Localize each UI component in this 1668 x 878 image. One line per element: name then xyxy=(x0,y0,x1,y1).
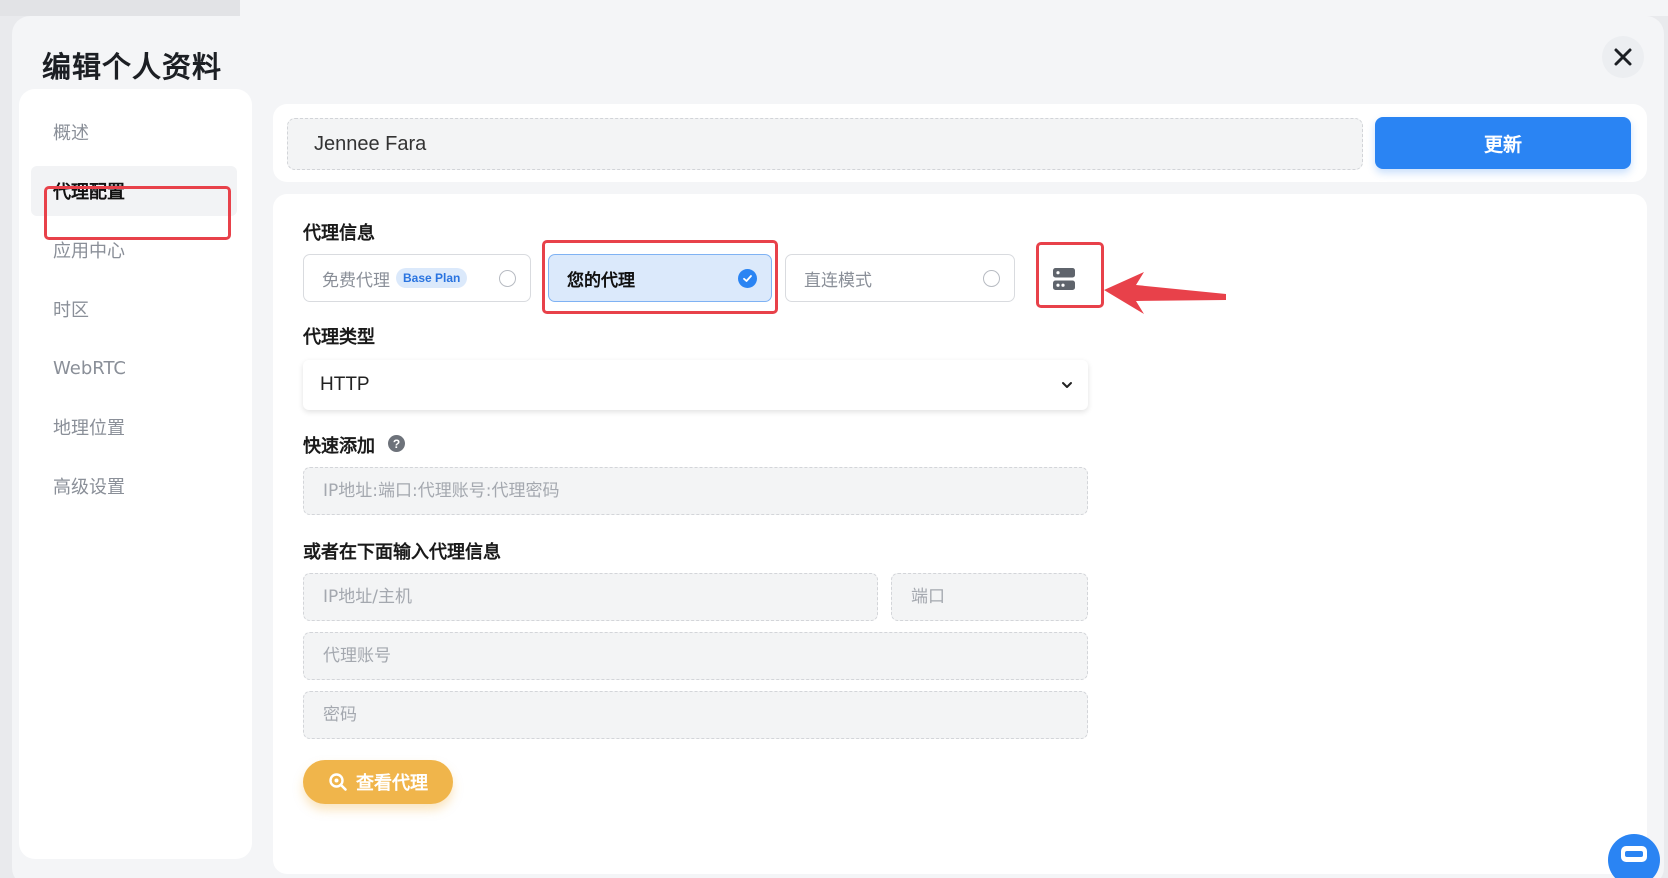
radio-icon xyxy=(499,270,516,287)
sidebar-item-timezone[interactable]: 时区 xyxy=(31,284,237,334)
support-chat-button[interactable] xyxy=(1608,834,1660,878)
proxy-option-yours[interactable]: 您的代理 xyxy=(548,254,772,302)
chat-icon xyxy=(1621,846,1647,862)
check-circle-icon xyxy=(738,269,757,288)
option-label: 免费代理 xyxy=(322,270,390,291)
backdrop xyxy=(0,0,240,16)
proxy-type-select[interactable]: HTTP xyxy=(303,360,1088,410)
proxy-type-label: 代理类型 xyxy=(303,327,375,348)
quick-add-label: 快速添加 xyxy=(303,436,375,457)
settings-sidebar: 概述 代理配置 应用中心 时区 WebRTC 地理位置 高级设置 xyxy=(19,89,252,859)
proxy-type-value: HTTP xyxy=(320,374,370,395)
sidebar-item-label: 时区 xyxy=(53,300,89,321)
manual-entry-label: 或者在下面输入代理信息 xyxy=(303,542,501,563)
proxy-account-input[interactable] xyxy=(303,632,1088,680)
host-input[interactable] xyxy=(303,573,878,621)
sidebar-item-proxy-config[interactable]: 代理配置 xyxy=(31,166,237,216)
annotation-arrow-icon xyxy=(1104,272,1226,314)
profile-name-input[interactable] xyxy=(287,118,1363,170)
port-input[interactable] xyxy=(891,573,1088,621)
sidebar-item-label: 概述 xyxy=(53,123,89,144)
sidebar-item-label: WebRTC xyxy=(53,357,126,379)
help-icon[interactable]: ? xyxy=(388,435,405,452)
sidebar-item-geolocation[interactable]: 地理位置 xyxy=(31,402,237,452)
modal-title: 编辑个人资料 xyxy=(42,50,223,84)
profile-name-card: 更新 xyxy=(273,104,1647,182)
server-list-icon xyxy=(1053,268,1075,290)
view-proxy-button[interactable]: 查看代理 xyxy=(303,760,453,804)
close-button[interactable] xyxy=(1602,36,1644,78)
sidebar-item-advanced[interactable]: 高级设置 xyxy=(31,461,237,511)
option-label: 您的代理 xyxy=(567,270,635,291)
option-label: 直连模式 xyxy=(804,270,872,291)
update-button[interactable]: 更新 xyxy=(1375,117,1631,169)
close-icon xyxy=(1614,48,1632,66)
sidebar-item-label: 代理配置 xyxy=(53,182,125,203)
sidebar-item-overview[interactable]: 概述 xyxy=(31,107,237,157)
sidebar-item-webrtc[interactable]: WebRTC xyxy=(31,343,237,393)
search-icon xyxy=(329,773,347,791)
chevron-down-icon xyxy=(1062,382,1072,388)
sidebar-item-app-center[interactable]: 应用中心 xyxy=(31,225,237,275)
backdrop xyxy=(240,0,1668,16)
proxy-password-input[interactable] xyxy=(303,691,1088,739)
proxy-option-free[interactable]: 免费代理 Base Plan xyxy=(303,254,531,302)
proxy-list-button[interactable] xyxy=(1050,265,1078,293)
quick-add-input[interactable] xyxy=(303,467,1088,515)
sidebar-item-label: 应用中心 xyxy=(53,241,125,262)
sidebar-item-label: 地理位置 xyxy=(53,418,125,439)
view-proxy-label: 查看代理 xyxy=(356,773,428,794)
sidebar-item-label: 高级设置 xyxy=(53,477,125,498)
proxy-info-label: 代理信息 xyxy=(303,223,375,244)
base-plan-badge: Base Plan xyxy=(396,268,468,288)
radio-icon xyxy=(983,270,1000,287)
proxy-option-direct[interactable]: 直连模式 xyxy=(785,254,1015,302)
